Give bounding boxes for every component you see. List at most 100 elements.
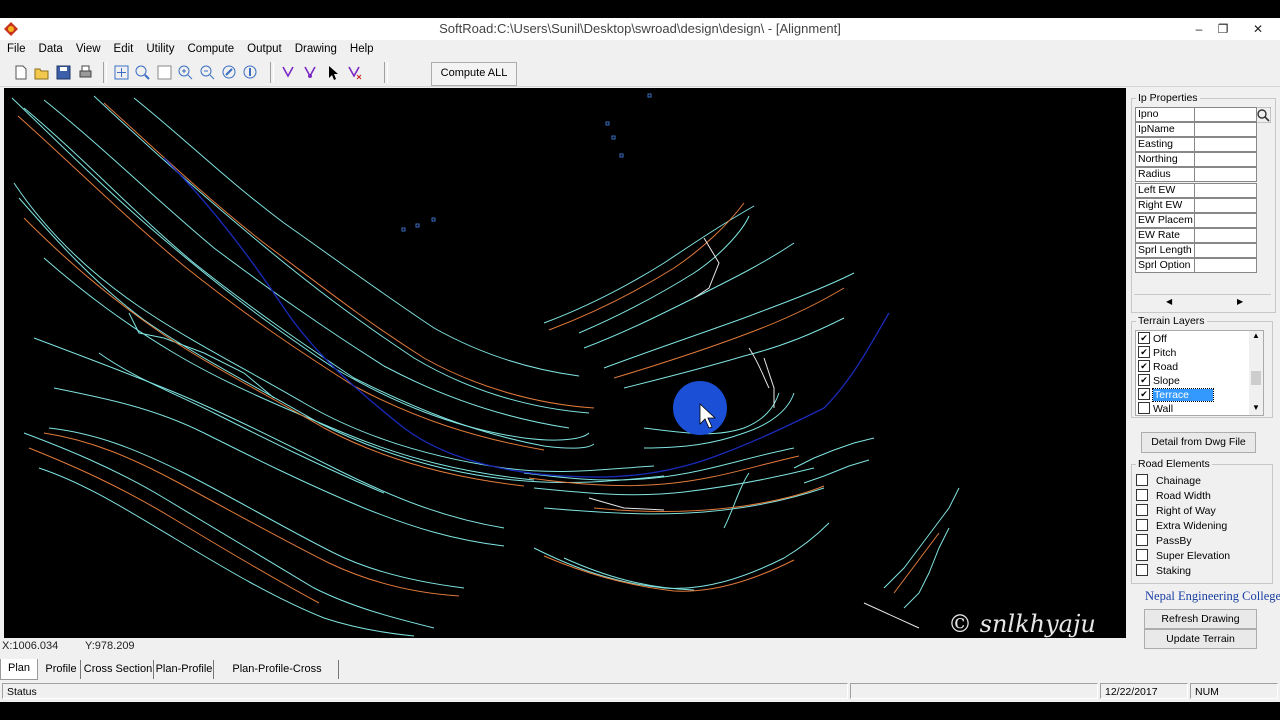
menu-drawing[interactable]: Drawing — [288, 40, 343, 59]
x-coordinate: X:1006.034 — [2, 640, 59, 652]
menu-view[interactable]: View — [69, 40, 107, 59]
road-element-item[interactable]: PassBy — [1136, 534, 1192, 548]
road-element-item[interactable]: Staking — [1136, 564, 1191, 578]
detail-from-dwg-button[interactable]: Detail from Dwg File — [1141, 432, 1256, 453]
next-ip-button[interactable]: ▶ — [1237, 295, 1243, 308]
menu-data[interactable]: Data — [32, 40, 69, 59]
road-element-item[interactable]: Super Elevation — [1136, 549, 1230, 563]
menu-edit[interactable]: Edit — [107, 40, 140, 59]
menu-utility[interactable]: Utility — [139, 40, 180, 59]
ip-property-row[interactable]: Sprl Length — [1135, 242, 1257, 258]
road-element-item[interactable]: Chainage — [1136, 474, 1201, 488]
terrain-layer-item[interactable]: Wall — [1138, 402, 1248, 416]
ip-property-row[interactable]: Easting — [1135, 137, 1257, 153]
road-element-item[interactable]: Road Width — [1136, 489, 1211, 503]
plan-drawing-canvas[interactable] — [4, 88, 1126, 638]
layer-list-scrollbar[interactable]: ▲ ▼ — [1249, 331, 1263, 415]
print-icon[interactable] — [76, 63, 95, 82]
zoom-window-icon[interactable] — [112, 63, 131, 82]
road-element-label: Staking — [1156, 565, 1192, 577]
ip-add-icon[interactable] — [279, 63, 298, 82]
status-date: 12/22/2017 — [1100, 683, 1188, 699]
ip-properties-group: Ip Properties Ipno IpName Easting Northing R… — [1131, 92, 1276, 313]
terrain-layer-item[interactable]: ✔ Road — [1138, 360, 1248, 374]
ip-property-row[interactable]: Northing — [1135, 152, 1257, 168]
y-coordinate: Y:978.209 — [85, 640, 135, 652]
road-element-checkbox[interactable] — [1136, 564, 1148, 577]
layer-checkbox[interactable]: ✔ — [1138, 360, 1150, 373]
layer-checkbox[interactable]: ✔ — [1138, 388, 1150, 401]
layer-label: Road — [1153, 361, 1179, 373]
terrain-layer-list[interactable]: ✔ Off ✔ Pitch ✔ Road ✔ Slope ✔ Terrace Wall ▲ ▼ — [1135, 330, 1264, 416]
scroll-thumb[interactable] — [1251, 371, 1261, 385]
contour-lines-orange — [17, 102, 940, 604]
layer-label: Off — [1153, 333, 1167, 345]
zoom-in-icon[interactable] — [176, 63, 195, 82]
layer-checkbox[interactable]: ✔ — [1138, 374, 1150, 387]
menu-compute[interactable]: Compute — [181, 40, 241, 59]
ip-property-row[interactable]: Right EW — [1135, 197, 1257, 213]
refresh-drawing-button[interactable]: Refresh Drawing — [1144, 609, 1257, 629]
zoom-extents-icon[interactable] — [133, 63, 152, 82]
save-icon[interactable] — [54, 63, 73, 82]
coordinate-readout: X:1006.034 Y:978.209 — [0, 638, 1128, 656]
tab-plan-profile[interactable]: Plan-Profile — [155, 660, 214, 679]
softroad-window: SoftRoad:C:\Users\Sunil\Desktop\swroad\d… — [0, 0, 1280, 720]
zoom-out-icon[interactable] — [198, 63, 217, 82]
ip-edit-icon[interactable] — [301, 63, 320, 82]
compute-all-button[interactable]: Compute ALL — [431, 62, 517, 86]
search-icon[interactable] — [1255, 107, 1271, 123]
road-element-checkbox[interactable] — [1136, 474, 1148, 487]
terrain-layer-item[interactable]: ✔ Off — [1138, 332, 1248, 346]
pan-icon[interactable] — [155, 63, 174, 82]
ip-property-label: IpName — [1136, 123, 1195, 137]
update-terrain-button[interactable]: Update Terrain — [1144, 629, 1257, 649]
prev-ip-button[interactable]: ◀ — [1166, 295, 1172, 308]
close-button[interactable]: ✕ — [1243, 18, 1273, 40]
terrain-layer-item[interactable]: ✔ Terrace — [1138, 388, 1248, 402]
menu-help[interactable]: Help — [343, 40, 380, 59]
scroll-up-icon[interactable]: ▲ — [1252, 331, 1260, 340]
road-element-checkbox[interactable] — [1136, 519, 1148, 532]
restore-button[interactable]: ❐ — [1208, 18, 1238, 40]
ip-property-row[interactable]: Sprl Option — [1135, 258, 1257, 273]
menu-output[interactable]: Output — [240, 40, 288, 59]
tab-plan[interactable]: Plan — [0, 659, 38, 680]
ip-property-label: Sprl Length — [1136, 243, 1195, 257]
ip-property-label: Northing — [1136, 153, 1195, 167]
status-pane-empty — [850, 683, 1098, 699]
tab-cross-section[interactable]: Cross Section — [83, 660, 154, 679]
toolbar-separator — [384, 62, 388, 83]
ip-property-label: Radius — [1136, 168, 1195, 182]
toolbar-separator — [103, 62, 107, 83]
terrain-layer-item[interactable]: ✔ Slope — [1138, 374, 1248, 388]
zoom-realtime-icon[interactable] — [241, 63, 260, 82]
road-element-item[interactable]: Right of Way — [1136, 504, 1216, 518]
layer-checkbox[interactable]: ✔ — [1138, 346, 1150, 359]
ip-property-row[interactable]: EW Rate — [1135, 227, 1257, 243]
select-arrow-icon[interactable] — [323, 63, 342, 82]
road-element-checkbox[interactable] — [1136, 534, 1148, 547]
zoom-previous-icon[interactable] — [220, 63, 239, 82]
ip-property-row[interactable]: Radius — [1135, 167, 1257, 183]
layer-checkbox[interactable] — [1138, 402, 1150, 415]
ip-property-label: Left EW — [1136, 183, 1195, 197]
terrain-layer-item[interactable]: ✔ Pitch — [1138, 346, 1248, 360]
road-element-checkbox[interactable] — [1136, 549, 1148, 562]
ip-delete-icon[interactable] — [345, 63, 364, 82]
scroll-down-icon[interactable]: ▼ — [1252, 403, 1260, 412]
open-folder-icon[interactable] — [32, 63, 51, 82]
road-element-checkbox[interactable] — [1136, 489, 1148, 502]
new-file-icon[interactable] — [11, 63, 30, 82]
ip-property-row[interactable]: IpName — [1135, 122, 1257, 138]
road-element-item[interactable]: Extra Widening — [1136, 519, 1227, 533]
ip-property-row[interactable]: Ipno — [1135, 107, 1257, 122]
layer-checkbox[interactable]: ✔ — [1138, 332, 1150, 345]
ip-property-row[interactable]: EW Placem — [1135, 212, 1257, 228]
ip-property-row[interactable]: Left EW — [1135, 182, 1257, 198]
tab-plan-profile-cross-section[interactable]: Plan-Profile-Cross Section — [216, 660, 339, 694]
road-elements-group: Road Elements Chainage Road Width Right of… — [1131, 458, 1273, 584]
menu-file[interactable]: File — [0, 40, 32, 59]
tab-profile[interactable]: Profile — [42, 660, 81, 679]
road-element-checkbox[interactable] — [1136, 504, 1148, 517]
